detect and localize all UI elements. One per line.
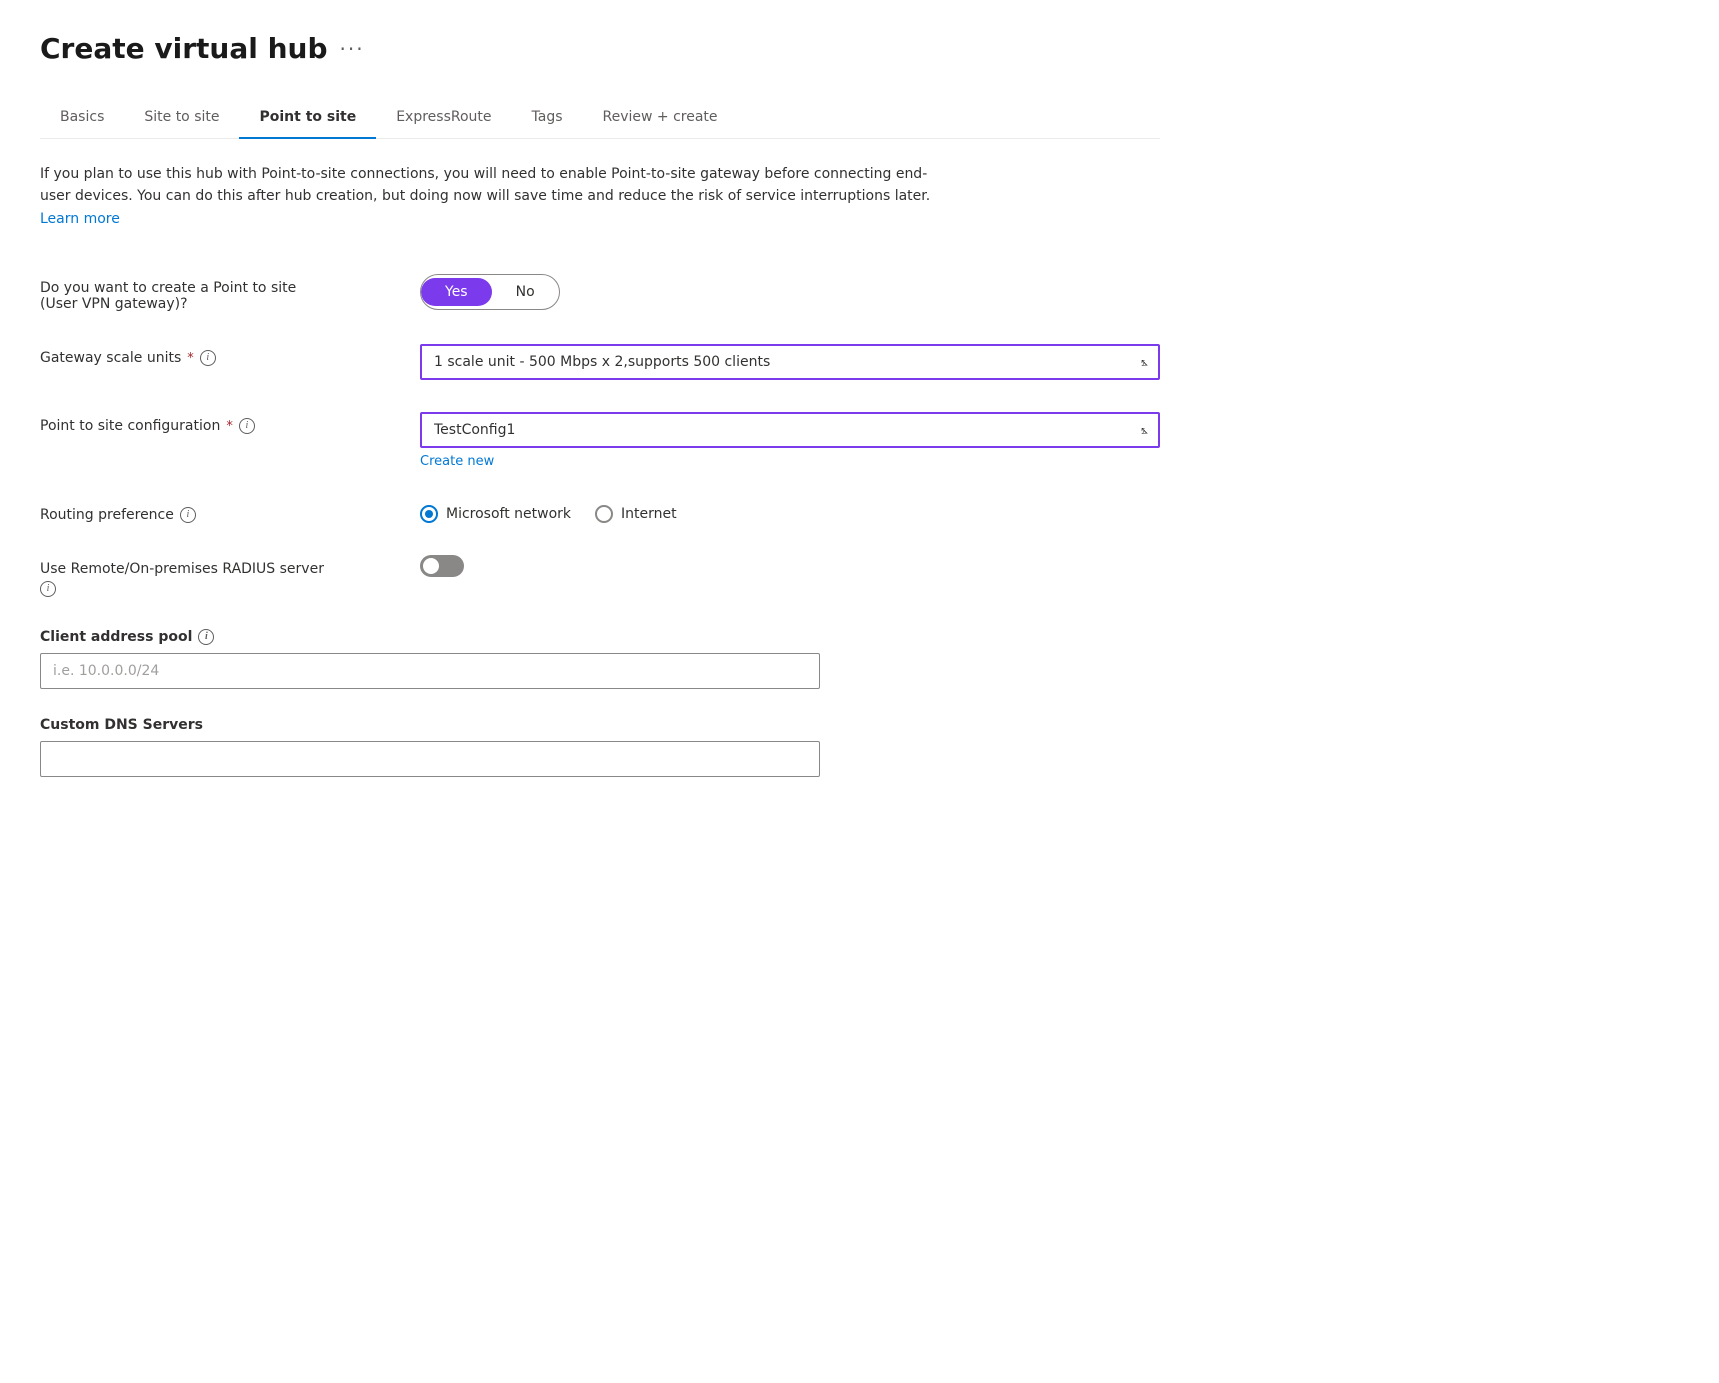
gateway-scale-select[interactable]: 1 scale unit - 500 Mbps x 2,supports 500… — [420, 344, 1160, 380]
tab-review-create[interactable]: Review + create — [583, 97, 738, 139]
tab-site-to-site[interactable]: Site to site — [124, 97, 239, 139]
gateway-scale-label-col: Gateway scale units * i — [40, 344, 420, 366]
learn-more-link[interactable]: Learn more — [40, 211, 120, 227]
radius-row: Use Remote/On-premises RADIUS server i — [40, 539, 1160, 613]
microsoft-network-radio[interactable] — [420, 505, 438, 523]
no-button[interactable]: No — [492, 278, 559, 306]
gateway-scale-label: Gateway scale units * i — [40, 350, 396, 366]
p2s-config-row: Point to site configuration * i TestConf… — [40, 396, 1160, 485]
create-p2s-label-col: Do you want to create a Point to site (U… — [40, 274, 420, 312]
create-p2s-label: Do you want to create a Point to site (U… — [40, 280, 396, 312]
routing-info-icon[interactable]: i — [180, 507, 196, 523]
routing-preference-control: Microsoft network Internet — [420, 501, 1160, 523]
form-section: Do you want to create a Point to site (U… — [40, 258, 1160, 777]
radius-label-col: Use Remote/On-premises RADIUS server i — [40, 555, 420, 597]
radius-info-icon[interactable]: i — [40, 581, 56, 597]
tab-expressroute[interactable]: ExpressRoute — [376, 97, 511, 139]
routing-preference-label: Routing preference i — [40, 507, 396, 523]
p2s-config-dropdown-wrapper: TestConfig1 ⦩ — [420, 412, 1160, 448]
microsoft-network-option[interactable]: Microsoft network — [420, 505, 571, 523]
p2s-config-select[interactable]: TestConfig1 — [420, 412, 1160, 448]
radius-toggle-switch[interactable] — [420, 555, 464, 577]
yes-button[interactable]: Yes — [421, 278, 492, 306]
routing-radio-group: Microsoft network Internet — [420, 501, 1160, 523]
create-p2s-control: Yes No — [420, 274, 1160, 310]
tab-basics[interactable]: Basics — [40, 97, 124, 139]
p2s-config-control: TestConfig1 ⦩ Create new — [420, 412, 1160, 469]
toggle-knob — [423, 558, 439, 574]
custom-dns-heading: Custom DNS Servers — [40, 717, 1160, 733]
internet-radio[interactable] — [595, 505, 613, 523]
microsoft-network-label: Microsoft network — [446, 506, 571, 522]
client-pool-info-icon[interactable]: i — [198, 629, 214, 645]
create-new-link[interactable]: Create new — [420, 454, 494, 469]
p2s-config-info-icon[interactable]: i — [239, 418, 255, 434]
yes-no-toggle[interactable]: Yes No — [420, 274, 560, 310]
client-pool-heading: Client address pool i — [40, 629, 1160, 645]
gateway-scale-dropdown-wrapper: 1 scale unit - 500 Mbps x 2,supports 500… — [420, 344, 1160, 380]
gateway-scale-control: 1 scale unit - 500 Mbps x 2,supports 500… — [420, 344, 1160, 380]
client-address-pool-input[interactable] — [40, 653, 820, 689]
radius-label: Use Remote/On-premises RADIUS server i — [40, 561, 396, 597]
custom-dns-section: Custom DNS Servers — [40, 709, 1160, 777]
custom-dns-input[interactable] — [40, 741, 820, 777]
create-p2s-row: Do you want to create a Point to site (U… — [40, 258, 1160, 328]
tab-point-to-site[interactable]: Point to site — [239, 97, 376, 139]
more-options-icon[interactable]: ··· — [340, 37, 365, 61]
routing-preference-label-col: Routing preference i — [40, 501, 420, 523]
p2s-config-label: Point to site configuration * i — [40, 418, 396, 434]
radio-inner-dot — [425, 510, 433, 518]
page-title-row: Create virtual hub ··· — [40, 32, 1160, 65]
p2s-config-label-col: Point to site configuration * i — [40, 412, 420, 434]
routing-preference-row: Routing preference i Microsoft network I… — [40, 485, 1160, 539]
required-star-2: * — [226, 419, 233, 434]
tab-tags[interactable]: Tags — [512, 97, 583, 139]
gateway-scale-info-icon[interactable]: i — [200, 350, 216, 366]
page-title: Create virtual hub — [40, 32, 328, 65]
client-address-pool-section: Client address pool i — [40, 621, 1160, 689]
description-text: If you plan to use this hub with Point-t… — [40, 163, 940, 230]
tab-bar: Basics Site to site Point to site Expres… — [40, 97, 1160, 139]
internet-option[interactable]: Internet — [595, 505, 677, 523]
required-star: * — [187, 351, 194, 366]
internet-label: Internet — [621, 506, 677, 522]
radius-control — [420, 555, 1160, 577]
gateway-scale-row: Gateway scale units * i 1 scale unit - 5… — [40, 328, 1160, 396]
